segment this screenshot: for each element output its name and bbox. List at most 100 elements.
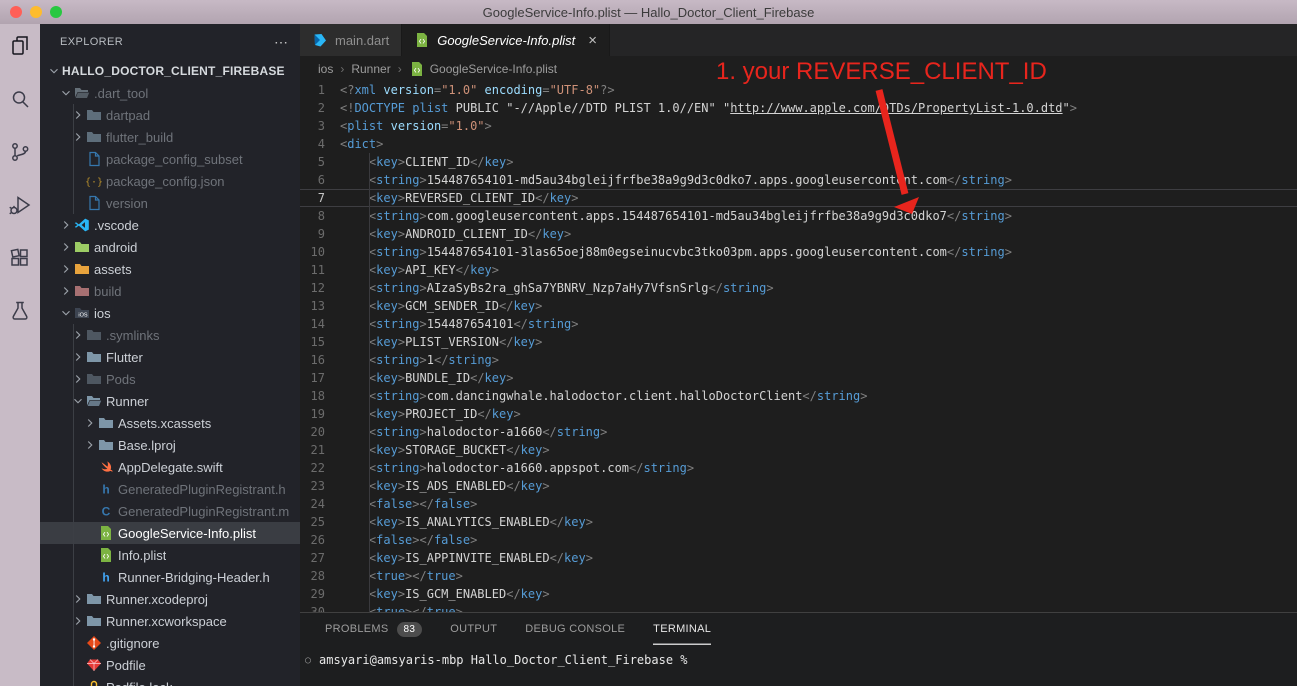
tree-item-package-config-subset[interactable]: package_config_subset — [40, 148, 300, 170]
code-line-13[interactable]: 13 <key>GCM_SENDER_ID</key> — [300, 297, 1297, 315]
code-line-17[interactable]: 17 <key>BUNDLE_ID</key> — [300, 369, 1297, 387]
code-line-12[interactable]: 12 <string>AIzaSyBs2ra_ghSa7YBNRV_Nzp7aH… — [300, 279, 1297, 297]
tree-item-android[interactable]: android — [40, 236, 300, 258]
breadcrumb-segment-googleservice-info-plist[interactable]: ❮❯GoogleService-Info.plist — [409, 61, 557, 77]
tree-item-symlinks[interactable]: .symlinks — [40, 324, 300, 346]
activitybar-search-button[interactable] — [8, 87, 32, 111]
close-window-button[interactable] — [10, 6, 22, 18]
chevron-right-icon[interactable] — [58, 261, 74, 277]
tree-item-assets[interactable]: assets — [40, 258, 300, 280]
code-line-2[interactable]: 2<!DOCTYPE plist PUBLIC "-//Apple//DTD P… — [300, 99, 1297, 117]
tree-item-flutter[interactable]: Flutter — [40, 346, 300, 368]
activitybar-extensions-button[interactable] — [8, 246, 32, 270]
line-content: <key>IS_APPINVITE_ENABLED</key> — [340, 549, 593, 567]
code-line-1[interactable]: 1<?xml version="1.0" encoding="UTF-8"?> — [300, 81, 1297, 99]
close-tab-icon[interactable]: × — [588, 32, 597, 49]
tree-item-runner-xcworkspace[interactable]: Runner.xcworkspace — [40, 610, 300, 632]
minimize-window-button[interactable] — [30, 6, 42, 18]
vscode-window: GoogleService-Info.plist — Hallo_Doctor_… — [0, 0, 1297, 686]
code-line-30[interactable]: 30 <true></true> — [300, 603, 1297, 612]
code-line-23[interactable]: 23 <key>IS_ADS_ENABLED</key> — [300, 477, 1297, 495]
code-line-25[interactable]: 25 <key>IS_ANALYTICS_ENABLED</key> — [300, 513, 1297, 531]
chevron-down-icon[interactable] — [58, 85, 74, 101]
code-line-29[interactable]: 29 <key>IS_GCM_ENABLED</key> — [300, 585, 1297, 603]
tree-item-hallo-doctor-client-firebase[interactable]: HALLO_DOCTOR_CLIENT_FIREBASE — [40, 60, 300, 82]
activitybar-source-control-button[interactable] — [8, 140, 32, 164]
tree-item-info-plist[interactable]: ❮❯Info.plist — [40, 544, 300, 566]
vscode-icon — [74, 217, 94, 233]
tree-item-vscode[interactable]: .vscode — [40, 214, 300, 236]
line-content: <plist version="1.0"> — [340, 117, 492, 135]
breadcrumb-segment-ios[interactable]: ios — [318, 62, 333, 76]
zoom-window-button[interactable] — [50, 6, 62, 18]
tree-item-dartpad[interactable]: dartpad — [40, 104, 300, 126]
code-line-5[interactable]: 5 <key>CLIENT_ID</key> — [300, 153, 1297, 171]
tree-item-appdelegate-swift[interactable]: AppDelegate.swift — [40, 456, 300, 478]
tree-item-runner-bridging-header-h[interactable]: hRunner-Bridging-Header.h — [40, 566, 300, 588]
code-line-24[interactable]: 24 <false></false> — [300, 495, 1297, 513]
tree-item-runner-xcodeproj[interactable]: Runner.xcodeproj — [40, 588, 300, 610]
chevron-right-icon[interactable] — [82, 437, 98, 453]
chevron-right-icon[interactable] — [58, 239, 74, 255]
activitybar-testing-button[interactable] — [8, 299, 32, 323]
panel-tab-terminal[interactable]: TERMINAL — [653, 613, 711, 645]
chevron-down-icon[interactable] — [46, 63, 62, 79]
panel-tab-output[interactable]: OUTPUT — [450, 613, 497, 645]
tree-item-generatedpluginregistrant-m[interactable]: CGeneratedPluginRegistrant.m — [40, 500, 300, 522]
tree-item-package-config-json[interactable]: {·}package_config.json — [40, 170, 300, 192]
code-line-10[interactable]: 10 <string>154487654101-3las65oej88m0egs… — [300, 243, 1297, 261]
code-line-14[interactable]: 14 <string>154487654101</string> — [300, 315, 1297, 333]
code-line-9[interactable]: 9 <key>ANDROID_CLIENT_ID</key> — [300, 225, 1297, 243]
code-line-6[interactable]: 6 <string>154487654101-md5au34bgleijfrfb… — [300, 171, 1297, 189]
chevron-right-icon[interactable] — [58, 217, 74, 233]
code-line-7[interactable]: 7 <key>REVERSED_CLIENT_ID</key> — [300, 189, 1297, 207]
breadcrumb-label: GoogleService-Info.plist — [430, 62, 557, 76]
tab-googleservice-info-plist[interactable]: ❮❯GoogleService-Info.plist× — [402, 24, 610, 56]
code-line-26[interactable]: 26 <false></false> — [300, 531, 1297, 549]
tree-item-generatedpluginregistrant-h[interactable]: hGeneratedPluginRegistrant.h — [40, 478, 300, 500]
tree-item-flutter-build[interactable]: flutter_build — [40, 126, 300, 148]
tree-item-podfile-lock[interactable]: Podfile.lock — [40, 676, 300, 686]
code-line-3[interactable]: 3<plist version="1.0"> — [300, 117, 1297, 135]
breadcrumb-segment-runner[interactable]: Runner — [351, 62, 390, 76]
tree-item-dart-tool[interactable]: .dart_tool — [40, 82, 300, 104]
titlebar: GoogleService-Info.plist — Hallo_Doctor_… — [0, 0, 1297, 24]
tree-item-base-lproj[interactable]: Base.lproj — [40, 434, 300, 456]
tree-item-version[interactable]: version — [40, 192, 300, 214]
code-line-19[interactable]: 19 <key>PROJECT_ID</key> — [300, 405, 1297, 423]
tree-item-pods[interactable]: Pods — [40, 368, 300, 390]
tree-item-podfile[interactable]: Podfile — [40, 654, 300, 676]
code-line-4[interactable]: 4<dict> — [300, 135, 1297, 153]
tree-item-label: Runner — [106, 394, 149, 409]
chevron-down-icon[interactable] — [58, 305, 74, 321]
objc-icon: C — [98, 503, 118, 519]
code-line-28[interactable]: 28 <true></true> — [300, 567, 1297, 585]
chevron-right-icon[interactable] — [58, 283, 74, 299]
tree-item-build[interactable]: build — [40, 280, 300, 302]
activitybar-run-debug-button[interactable] — [8, 193, 32, 217]
code-line-22[interactable]: 22 <string>halodoctor-a1660.appspot.com<… — [300, 459, 1297, 477]
code-line-16[interactable]: 16 <string>1</string> — [300, 351, 1297, 369]
tree-item-gitignore[interactable]: .gitignore — [40, 632, 300, 654]
tree-item-ios[interactable]: iOSios — [40, 302, 300, 324]
code-editor[interactable]: 1<?xml version="1.0" encoding="UTF-8"?>2… — [300, 81, 1297, 612]
more-actions-icon[interactable]: ⋯ — [274, 34, 288, 51]
code-line-15[interactable]: 15 <key>PLIST_VERSION</key> — [300, 333, 1297, 351]
tab-main-dart[interactable]: main.dart — [300, 24, 402, 56]
tree-item-googleservice-info-plist[interactable]: ❮❯GoogleService-Info.plist — [40, 522, 300, 544]
terminal[interactable]: ○ amsyari@amsyaris-mbp Hallo_Doctor_Clie… — [300, 653, 1297, 667]
code-line-21[interactable]: 21 <key>STORAGE_BUCKET</key> — [300, 441, 1297, 459]
code-line-8[interactable]: 8 <string>com.googleusercontent.apps.154… — [300, 207, 1297, 225]
chevron-right-icon[interactable] — [82, 415, 98, 431]
code-line-18[interactable]: 18 <string>com.dancingwhale.halodoctor.c… — [300, 387, 1297, 405]
panel-tab-problems[interactable]: PROBLEMS83 — [325, 613, 422, 645]
tree-item-assets-xcassets[interactable]: Assets.xcassets — [40, 412, 300, 434]
code-line-27[interactable]: 27 <key>IS_APPINVITE_ENABLED</key> — [300, 549, 1297, 567]
window-title: GoogleService-Info.plist — Hallo_Doctor_… — [0, 5, 1297, 20]
line-content: <string>halodoctor-a1660</string> — [340, 423, 607, 441]
code-line-11[interactable]: 11 <key>API_KEY</key> — [300, 261, 1297, 279]
tree-item-runner[interactable]: Runner — [40, 390, 300, 412]
activitybar-explorer-button[interactable] — [8, 34, 32, 58]
panel-tab-debug-console[interactable]: DEBUG CONSOLE — [525, 613, 625, 645]
code-line-20[interactable]: 20 <string>halodoctor-a1660</string> — [300, 423, 1297, 441]
